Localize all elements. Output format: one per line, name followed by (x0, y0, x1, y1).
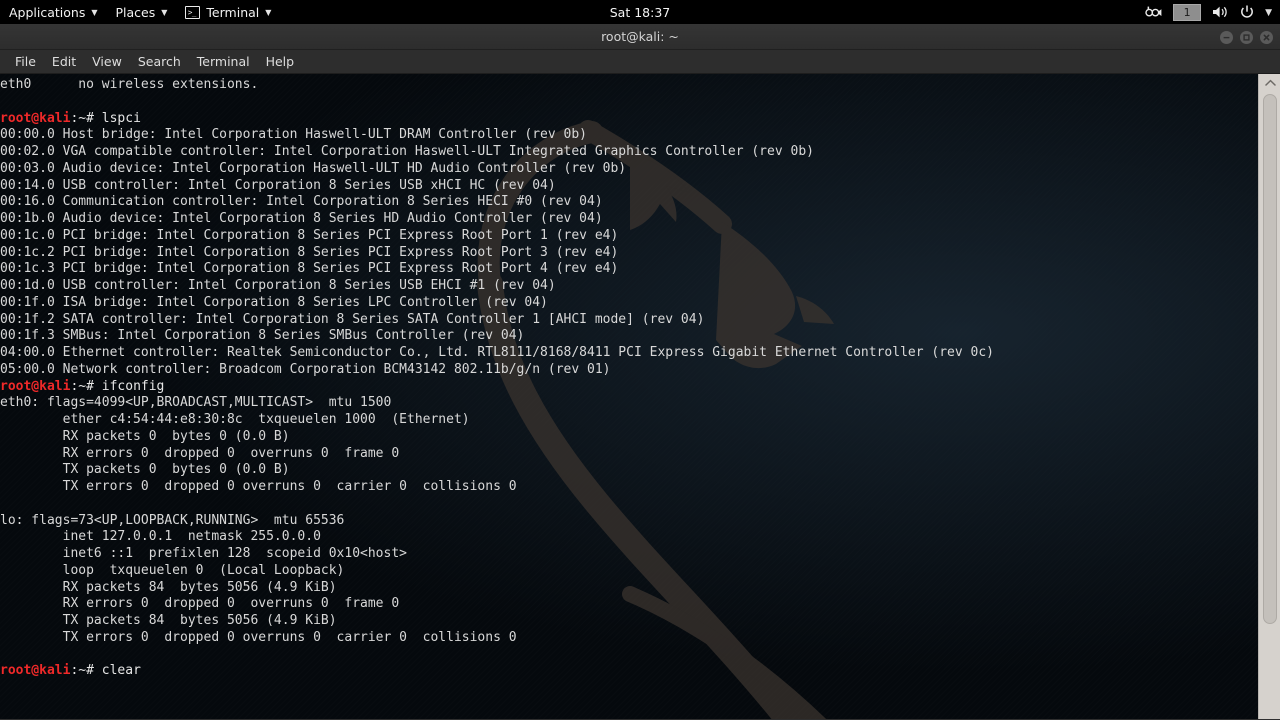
terminal-output-line: eth0: flags=4099<UP,BROADCAST,MULTICAST>… (0, 395, 392, 411)
terminal-output-line: 00:1b.0 Audio device: Intel Corporation … (0, 211, 603, 226)
terminal-output-line: ether c4:54:44:e8:30:8c txqueuelen 1000 … (0, 412, 470, 427)
menu-terminal[interactable]: Terminal (189, 51, 258, 72)
shell-command: ifconfig (101, 378, 165, 394)
caret-down-icon: ▼ (265, 8, 272, 17)
screen-recorder-icon[interactable] (1145, 6, 1162, 19)
applications-menu[interactable]: Applications ▼ (0, 0, 107, 24)
terminal-output-line: TX packets 84 bytes 5056 (4.9 KiB) (0, 613, 337, 628)
caret-down-icon: ▼ (161, 8, 168, 17)
terminal-scrollbar[interactable] (1258, 74, 1280, 719)
terminal-output-line: RX packets 84 bytes 5056 (4.9 KiB) (0, 579, 337, 595)
shell-command: clear (101, 663, 141, 679)
terminal-command-line: root@kali:~# clear (0, 663, 1258, 680)
terminal-command-line: root@kali:~# lspci (0, 111, 1258, 128)
terminal-window-menu[interactable]: >_ Terminal ▼ (176, 0, 280, 24)
terminal-output-line: inet 127.0.0.1 netmask 255.0.0.0 (0, 529, 321, 545)
terminal-output-line: 00:1f.2 SATA controller: Intel Corporati… (0, 311, 705, 327)
shell-prompt-host: root@kali (0, 378, 71, 394)
terminal-output-line: 04:00.0 Ethernet controller: Realtek Sem… (0, 345, 994, 360)
terminal-output-line: 00:1f.3 SMBus: Intel Corporation 8 Serie… (0, 328, 525, 344)
caret-down-icon: ▼ (91, 8, 98, 17)
terminal-output-line: TX errors 0 dropped 0 overruns 0 carrier… (0, 629, 517, 645)
terminal-output-line: inet6 ::1 prefixlen 128 scopeid 0x10<hos… (0, 546, 407, 561)
terminal-output-line: 00:14.0 USB controller: Intel Corporatio… (0, 177, 556, 193)
terminal-menubar: File Edit View Search Terminal Help (0, 50, 1280, 74)
caret-down-icon[interactable]: ▼ (1265, 8, 1272, 18)
terminal-output-line: 00:03.0 Audio device: Intel Corporation … (0, 160, 627, 176)
terminal-output-line: 00:1c.2 PCI bridge: Intel Corporation 8 … (0, 244, 619, 260)
terminal-icon: >_ (185, 5, 201, 19)
terminal-output-line: 00:16.0 Communication controller: Intel … (0, 194, 603, 210)
menu-search[interactable]: Search (130, 51, 189, 72)
minimize-button[interactable] (1220, 30, 1233, 44)
terminal-output-line: TX errors 0 dropped 0 overruns 0 carrier… (0, 479, 517, 494)
scroll-up-arrow-icon[interactable] (1259, 74, 1280, 91)
menu-help[interactable]: Help (258, 51, 303, 72)
gnome-top-panel: Applications ▼ Places ▼ >_ Terminal ▼ Sa… (0, 0, 1280, 24)
places-menu-label: Places (115, 4, 156, 20)
workspace-indicator[interactable]: 1 (1173, 3, 1202, 21)
shell-command: lspci (101, 110, 141, 126)
menu-view[interactable]: View (84, 51, 130, 72)
terminal-output-line: lo: flags=73<UP,LOOPBACK,RUNNING> mtu 65… (0, 512, 345, 528)
applications-menu-label: Applications (9, 4, 86, 20)
terminal-window: root@kali: ~ File Edit View Search Termi… (0, 24, 1280, 720)
terminal-output: eth0 no wireless extensions. root@kali:~… (0, 74, 1258, 719)
terminal-menu-label: Terminal (206, 4, 260, 20)
terminal-output-line: 00:1c.0 PCI bridge: Intel Corporation 8 … (0, 227, 619, 243)
terminal-output-line: RX packets 0 bytes 0 (0.0 B) (0, 428, 290, 444)
terminal-output-line: loop txqueuelen 0 (Local Loopback) (0, 562, 345, 578)
scrollbar-thumb[interactable] (1263, 94, 1277, 624)
places-menu[interactable]: Places ▼ (107, 0, 177, 24)
scrollbar-track[interactable] (1259, 91, 1280, 719)
terminal-view[interactable]: eth0 no wireless extensions. root@kali:~… (0, 74, 1280, 719)
terminal-output-line: RX errors 0 dropped 0 overruns 0 frame 0 (0, 445, 400, 461)
shell-prompt-symbol: :~# (70, 663, 102, 679)
terminal-output-line: TX packets 0 bytes 0 (0.0 B) (0, 462, 290, 478)
terminal-command-line: root@kali:~# ifconfig (0, 379, 1258, 396)
menu-file[interactable]: File (7, 51, 44, 72)
terminal-output-line: eth0 no wireless extensions. (0, 77, 259, 92)
shell-prompt-symbol: :~# (70, 378, 102, 394)
window-buttons (1220, 24, 1273, 50)
shell-prompt-symbol: :~# (70, 110, 102, 126)
volume-icon[interactable] (1212, 5, 1229, 19)
maximize-button[interactable] (1240, 30, 1253, 44)
shell-prompt-host: root@kali (0, 110, 71, 126)
terminal-output-line: 00:1c.3 PCI bridge: Intel Corporation 8 … (0, 261, 619, 277)
panel-status-area: 1 ▼ (1145, 0, 1280, 24)
terminal-output-line: 00:1d.0 USB controller: Intel Corporatio… (0, 278, 556, 293)
menu-edit[interactable]: Edit (44, 51, 84, 72)
power-icon[interactable] (1240, 5, 1254, 19)
terminal-output-line: 00:1f.0 ISA bridge: Intel Corporation 8 … (0, 294, 548, 310)
terminal-output-line: 05:00.0 Network controller: Broadcom Cor… (0, 361, 611, 377)
terminal-output-line: RX errors 0 dropped 0 overruns 0 frame 0 (0, 596, 400, 612)
terminal-output-line: 00:00.0 Host bridge: Intel Corporation H… (0, 127, 587, 143)
window-title: root@kali: ~ (601, 29, 679, 44)
window-titlebar: root@kali: ~ (0, 24, 1280, 50)
terminal-output-line: 00:02.0 VGA compatible controller: Intel… (0, 144, 814, 159)
shell-prompt-host: root@kali (0, 663, 71, 679)
close-button[interactable] (1260, 30, 1273, 44)
